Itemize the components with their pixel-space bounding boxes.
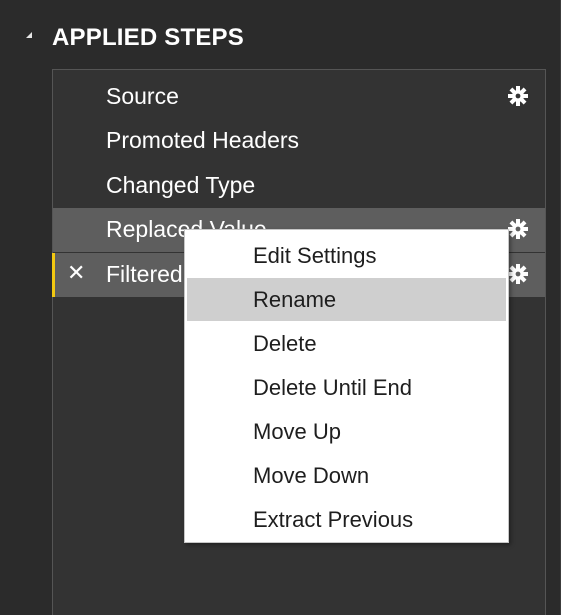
step-source[interactable]: Source: [53, 75, 545, 119]
close-icon[interactable]: ✕: [67, 260, 85, 286]
gear-icon[interactable]: [507, 263, 529, 285]
gear-icon[interactable]: [507, 218, 529, 240]
step-changed-type[interactable]: Changed Type: [53, 164, 545, 208]
menu-item-rename[interactable]: Rename: [187, 278, 506, 321]
active-step-marker: [52, 253, 55, 297]
step-label: Promoted Headers: [106, 127, 300, 153]
menu-item-label: Delete: [253, 331, 317, 356]
menu-item-delete-until-end[interactable]: Delete Until End: [187, 366, 506, 409]
menu-item-label: Rename: [253, 287, 337, 312]
menu-item-move-down[interactable]: Move Down: [187, 454, 506, 497]
menu-item-label: Move Up: [253, 419, 342, 444]
panel-title: APPLIED STEPS: [52, 24, 244, 51]
menu-item-label: Extract Previous: [253, 507, 414, 532]
menu-item-edit-settings[interactable]: Edit Settings: [187, 234, 506, 277]
menu-item-label: Delete Until End: [253, 375, 412, 400]
menu-item-label: Move Down: [253, 463, 370, 488]
menu-item-move-up[interactable]: Move Up: [187, 410, 506, 453]
applied-steps-header[interactable]: APPLIED STEPS: [0, 14, 560, 58]
menu-item-delete[interactable]: Delete: [187, 322, 506, 365]
menu-item-label: Edit Settings: [253, 243, 377, 268]
step-label: Changed Type: [106, 172, 256, 198]
step-label: Source: [106, 83, 179, 109]
step-context-menu: Edit Settings Rename Delete Delete Until…: [184, 229, 509, 543]
menu-item-extract-previous[interactable]: Extract Previous: [187, 498, 506, 541]
step-promoted-headers[interactable]: Promoted Headers: [53, 119, 545, 163]
gear-icon[interactable]: [507, 85, 529, 107]
collapse-triangle-icon[interactable]: [26, 32, 32, 38]
